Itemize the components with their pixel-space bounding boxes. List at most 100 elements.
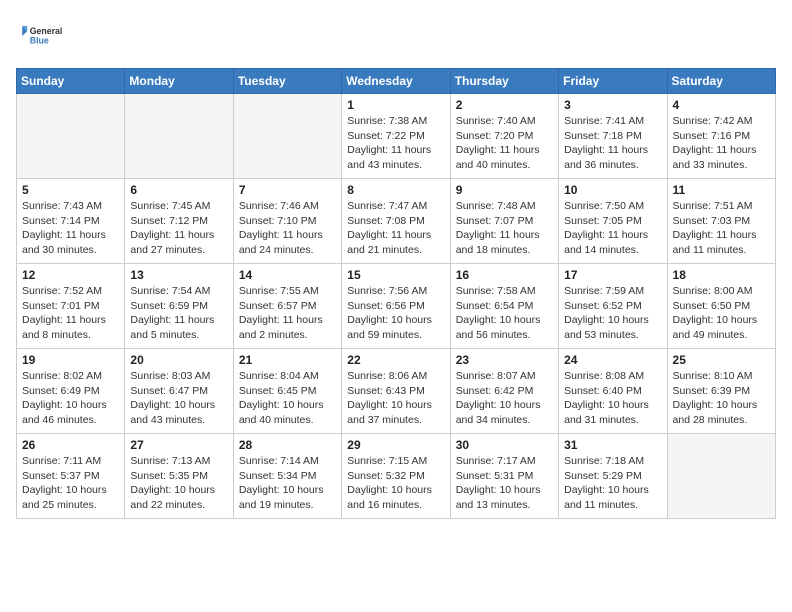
day-number: 16	[456, 268, 553, 282]
calendar-cell: 29Sunrise: 7:15 AMSunset: 5:32 PMDayligh…	[342, 434, 450, 519]
day-number: 8	[347, 183, 444, 197]
day-info: Sunrise: 7:18 AMSunset: 5:29 PMDaylight:…	[564, 454, 661, 513]
col-header-monday: Monday	[125, 69, 233, 94]
calendar-cell: 17 Sunrise: 7:59 AMSunset: 6:52 PMDayligh…	[559, 264, 667, 349]
logo-svg: General Blue	[16, 16, 66, 56]
day-info: Sunrise: 8:08 AMSunset: 6:40 PMDaylight:…	[564, 369, 661, 428]
day-number: 12	[22, 268, 119, 282]
calendar-cell: 12 Sunrise: 7:52 AMSunset: 7:01 PMDayligh…	[17, 264, 125, 349]
day-number: 2	[456, 98, 553, 112]
day-info: Sunrise: 7:58 AMSunset: 6:54 PMDaylight:…	[456, 284, 553, 343]
week-row-5: 26 Sunrise: 7:11 AMSunset: 5:37 PMDayligh…	[17, 434, 776, 519]
calendar-cell: 15 Sunrise: 7:56 AMSunset: 6:56 PMDayligh…	[342, 264, 450, 349]
day-info: Sunrise: 7:40 AMSunset: 7:20 PMDaylight:…	[456, 114, 553, 173]
day-number: 15	[347, 268, 444, 282]
calendar-cell: 18Sunrise: 8:00 AMSunset: 6:50 PMDayligh…	[667, 264, 775, 349]
calendar-cell: 25 Sunrise: 8:10 AMSunset: 6:39 PMDayligh…	[667, 349, 775, 434]
calendar-cell	[233, 94, 341, 179]
day-info: Sunrise: 7:42 AMSunset: 7:16 PMDaylight:…	[673, 114, 770, 173]
calendar-cell: 4 Sunrise: 7:42 AMSunset: 7:16 PMDaylight…	[667, 94, 775, 179]
day-number: 10	[564, 183, 661, 197]
day-info: Sunrise: 7:13 AMSunset: 5:35 PMDaylight:…	[130, 454, 227, 513]
col-header-tuesday: Tuesday	[233, 69, 341, 94]
calendar-cell: 24 Sunrise: 8:08 AMSunset: 6:40 PMDayligh…	[559, 349, 667, 434]
day-number: 3	[564, 98, 661, 112]
calendar-cell: 21 Sunrise: 8:04 AMSunset: 6:45 PMDayligh…	[233, 349, 341, 434]
calendar-cell: 19 Sunrise: 8:02 AMSunset: 6:49 PMDayligh…	[17, 349, 125, 434]
col-header-saturday: Saturday	[667, 69, 775, 94]
svg-text:General: General	[30, 26, 63, 36]
day-number: 13	[130, 268, 227, 282]
calendar-cell: 30Sunrise: 7:17 AMSunset: 5:31 PMDayligh…	[450, 434, 558, 519]
week-row-3: 12 Sunrise: 7:52 AMSunset: 7:01 PMDayligh…	[17, 264, 776, 349]
day-info: Sunrise: 7:55 AMSunset: 6:57 PMDaylight:…	[239, 284, 336, 343]
day-number: 26	[22, 438, 119, 452]
day-number: 24	[564, 353, 661, 367]
day-number: 25	[673, 353, 770, 367]
day-number: 27	[130, 438, 227, 452]
calendar-cell: 16 Sunrise: 7:58 AMSunset: 6:54 PMDayligh…	[450, 264, 558, 349]
day-number: 9	[456, 183, 553, 197]
day-number: 14	[239, 268, 336, 282]
calendar-cell	[125, 94, 233, 179]
day-info: Sunrise: 7:56 AMSunset: 6:56 PMDaylight:…	[347, 284, 444, 343]
day-number: 17	[564, 268, 661, 282]
day-info: Sunrise: 7:11 AMSunset: 5:37 PMDaylight:…	[22, 454, 119, 513]
calendar-cell: 9Sunrise: 7:48 AMSunset: 7:07 PMDaylight…	[450, 179, 558, 264]
week-row-4: 19 Sunrise: 8:02 AMSunset: 6:49 PMDayligh…	[17, 349, 776, 434]
day-info: Sunrise: 7:51 AMSunset: 7:03 PMDaylight:…	[673, 199, 770, 258]
day-info: Sunrise: 8:04 AMSunset: 6:45 PMDaylight:…	[239, 369, 336, 428]
calendar-cell	[667, 434, 775, 519]
day-number: 31	[564, 438, 661, 452]
day-info: Sunrise: 8:10 AMSunset: 6:39 PMDaylight:…	[673, 369, 770, 428]
day-number: 7	[239, 183, 336, 197]
col-header-thursday: Thursday	[450, 69, 558, 94]
day-info: Sunrise: 7:50 AMSunset: 7:05 PMDaylight:…	[564, 199, 661, 258]
col-header-friday: Friday	[559, 69, 667, 94]
day-number: 6	[130, 183, 227, 197]
calendar-cell: 31 Sunrise: 7:18 AMSunset: 5:29 PMDayligh…	[559, 434, 667, 519]
col-header-sunday: Sunday	[17, 69, 125, 94]
logo: General Blue	[16, 16, 66, 56]
day-info: Sunrise: 8:07 AMSunset: 6:42 PMDaylight:…	[456, 369, 553, 428]
calendar-cell: 3 Sunrise: 7:41 AMSunset: 7:18 PMDaylight…	[559, 94, 667, 179]
calendar-cell: 20Sunrise: 8:03 AMSunset: 6:47 PMDayligh…	[125, 349, 233, 434]
calendar-cell: 11 Sunrise: 7:51 AMSunset: 7:03 PMDayligh…	[667, 179, 775, 264]
day-number: 21	[239, 353, 336, 367]
day-info: Sunrise: 7:59 AMSunset: 6:52 PMDaylight:…	[564, 284, 661, 343]
day-number: 11	[673, 183, 770, 197]
day-number: 23	[456, 353, 553, 367]
day-number: 19	[22, 353, 119, 367]
day-number: 28	[239, 438, 336, 452]
calendar-cell: 6Sunrise: 7:45 AMSunset: 7:12 PMDaylight…	[125, 179, 233, 264]
calendar-cell: 5Sunrise: 7:43 AMSunset: 7:14 PMDaylight…	[17, 179, 125, 264]
calendar-cell: 23 Sunrise: 8:07 AMSunset: 6:42 PMDayligh…	[450, 349, 558, 434]
day-info: Sunrise: 8:02 AMSunset: 6:49 PMDaylight:…	[22, 369, 119, 428]
col-header-wednesday: Wednesday	[342, 69, 450, 94]
day-info: Sunrise: 7:54 AMSunset: 6:59 PMDaylight:…	[130, 284, 227, 343]
day-info: Sunrise: 7:46 AMSunset: 7:10 PMDaylight:…	[239, 199, 336, 258]
day-number: 4	[673, 98, 770, 112]
calendar-cell: 26 Sunrise: 7:11 AMSunset: 5:37 PMDayligh…	[17, 434, 125, 519]
day-info: Sunrise: 7:52 AMSunset: 7:01 PMDaylight:…	[22, 284, 119, 343]
day-number: 30	[456, 438, 553, 452]
day-number: 18	[673, 268, 770, 282]
calendar-cell: 22 Sunrise: 8:06 AMSunset: 6:43 PMDayligh…	[342, 349, 450, 434]
day-info: Sunrise: 7:41 AMSunset: 7:18 PMDaylight:…	[564, 114, 661, 173]
page-header: General Blue	[16, 16, 776, 56]
day-number: 22	[347, 353, 444, 367]
calendar-cell	[17, 94, 125, 179]
day-info: Sunrise: 7:14 AMSunset: 5:34 PMDaylight:…	[239, 454, 336, 513]
day-info: Sunrise: 8:06 AMSunset: 6:43 PMDaylight:…	[347, 369, 444, 428]
calendar-cell: 7 Sunrise: 7:46 AMSunset: 7:10 PMDaylight…	[233, 179, 341, 264]
calendar-table: SundayMondayTuesdayWednesdayThursdayFrid…	[16, 68, 776, 519]
calendar-cell: 13 Sunrise: 7:54 AMSunset: 6:59 PMDayligh…	[125, 264, 233, 349]
week-row-1: 1Sunrise: 7:38 AMSunset: 7:22 PMDaylight…	[17, 94, 776, 179]
calendar-cell: 27 Sunrise: 7:13 AMSunset: 5:35 PMDayligh…	[125, 434, 233, 519]
calendar-cell: 1Sunrise: 7:38 AMSunset: 7:22 PMDaylight…	[342, 94, 450, 179]
day-info: Sunrise: 7:47 AMSunset: 7:08 PMDaylight:…	[347, 199, 444, 258]
calendar-cell: 10 Sunrise: 7:50 AMSunset: 7:05 PMDayligh…	[559, 179, 667, 264]
day-info: Sunrise: 8:03 AMSunset: 6:47 PMDaylight:…	[130, 369, 227, 428]
calendar-cell: 2 Sunrise: 7:40 AMSunset: 7:20 PMDaylight…	[450, 94, 558, 179]
calendar-cell: 14 Sunrise: 7:55 AMSunset: 6:57 PMDayligh…	[233, 264, 341, 349]
